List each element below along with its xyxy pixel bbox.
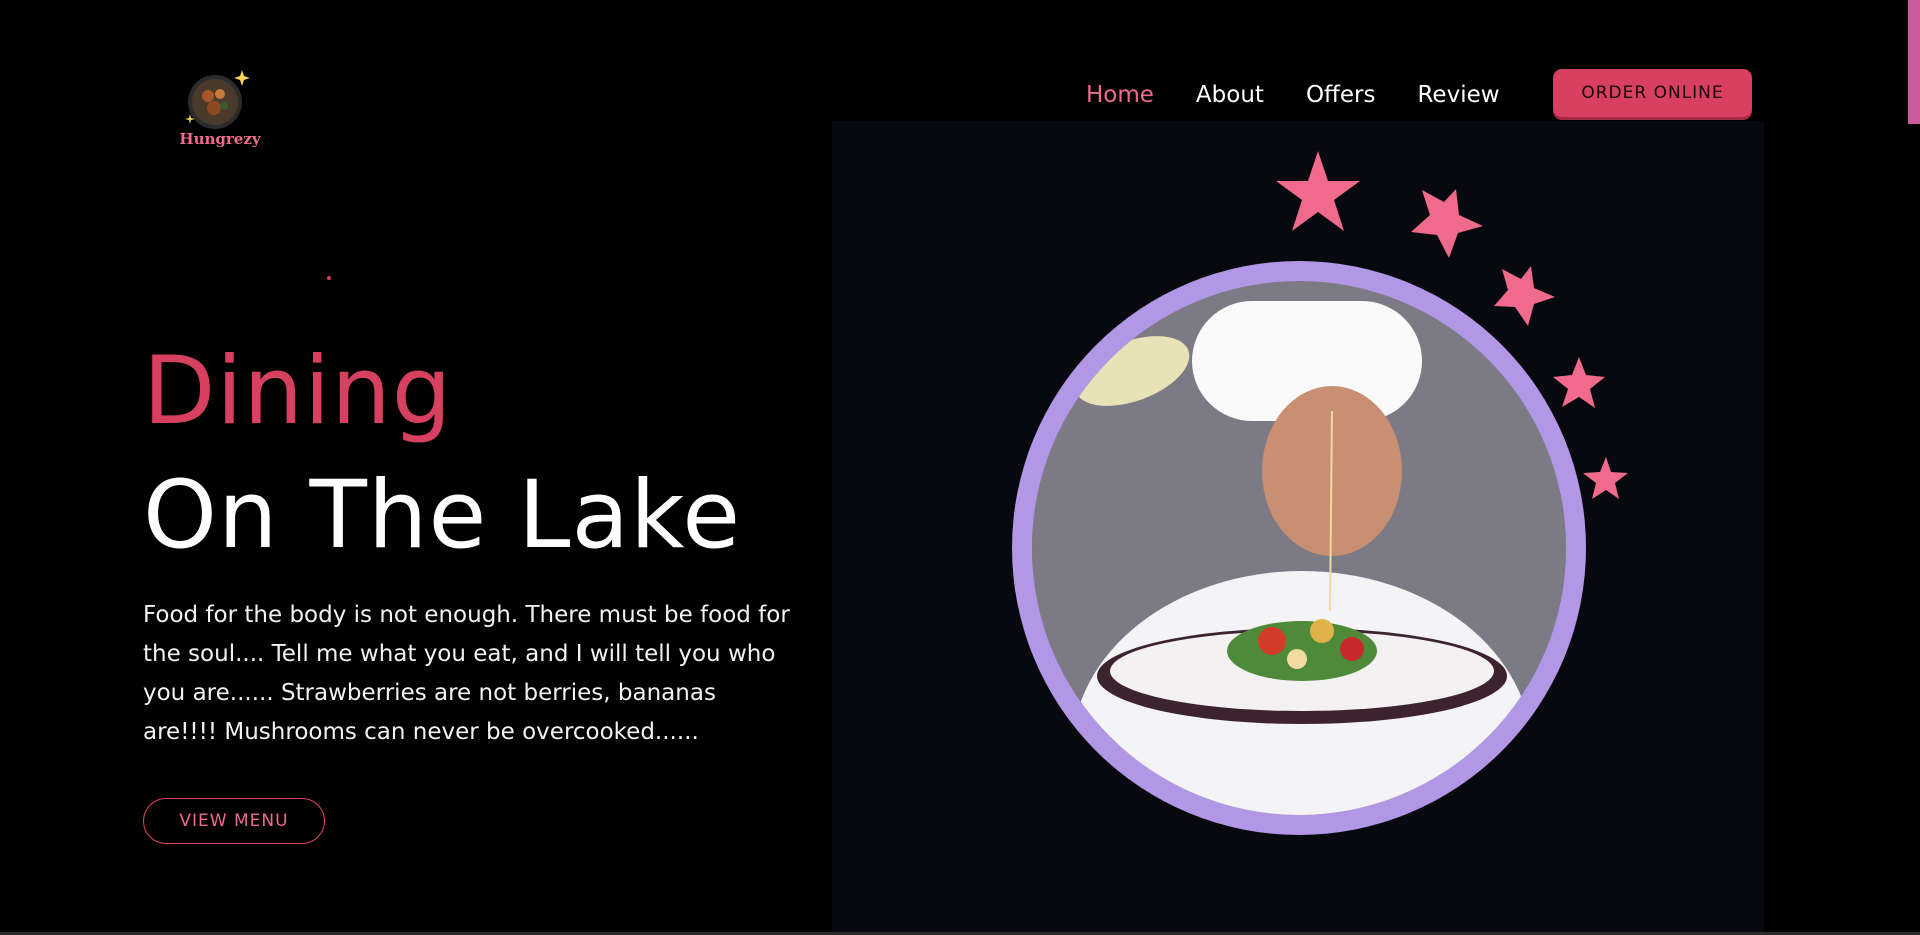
hero-tagline: Food for the body is not enough. There m… <box>143 602 790 745</box>
star-icon <box>1276 151 1360 231</box>
chef-photo <box>1032 281 1566 815</box>
nav-home[interactable]: Home <box>1086 82 1154 108</box>
hero-headline-accent: Dining <box>143 337 453 446</box>
star-icon <box>1494 266 1555 326</box>
star-icon <box>1583 457 1628 499</box>
chef-photo-frame <box>1012 261 1586 835</box>
decorative-dot <box>327 276 331 280</box>
nav-about[interactable]: About <box>1196 82 1264 108</box>
star-icon <box>1411 189 1483 258</box>
star-icon <box>1553 357 1605 408</box>
logo[interactable]: Hungrezy <box>172 60 268 154</box>
hero-headline: On The Lake <box>143 461 742 570</box>
nav-offers[interactable]: Offers <box>1306 82 1376 108</box>
order-online-button[interactable]: ORDER ONLINE <box>1553 69 1752 117</box>
main-nav: Home About Offers Review <box>1086 78 1542 112</box>
view-menu-button[interactable]: VIEW MENU <box>143 798 325 844</box>
nav-review[interactable]: Review <box>1417 82 1499 108</box>
scrollbar-thumb[interactable] <box>1908 0 1920 124</box>
logo-text: Hungrezy <box>179 130 261 148</box>
logo-dish-icon <box>185 70 250 129</box>
hero-image-panel <box>832 121 1764 935</box>
